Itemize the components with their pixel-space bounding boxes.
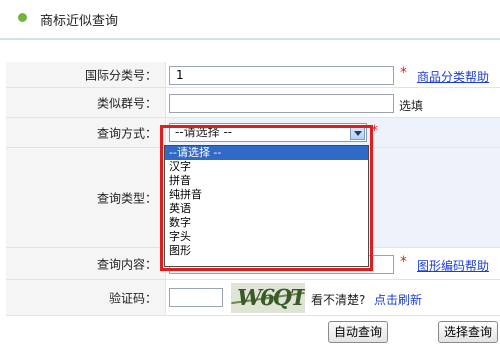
query-type-label: 查询类型： <box>96 191 157 205</box>
captcha-label: 验证码： <box>108 291 157 305</box>
group-no-label: 类似群号： <box>96 96 157 110</box>
optional-note: 选填 <box>399 99 424 113</box>
page-title: 商标近似查询 <box>40 14 119 29</box>
class-help-link[interactable]: 商品分类帮助 <box>417 68 489 85</box>
class-no-input[interactable]: 1 <box>169 66 394 85</box>
select-query-button[interactable]: 选择查询 <box>438 321 498 343</box>
query-content-label: 查询内容： <box>96 257 157 271</box>
captcha-row: 验证码： W6QT 看不清楚? 点击刷新 <box>6 280 500 316</box>
required-star-icon: * <box>400 65 407 81</box>
class-no-label: 国际分类号： <box>84 68 157 82</box>
required-star-icon: * <box>400 254 407 270</box>
page-header: 商标近似查询 <box>0 0 500 40</box>
refresh-captcha-link[interactable]: 点击刷新 <box>374 291 422 308</box>
class-no-row: 国际分类号： 1 * 商品分类帮助 <box>6 62 500 88</box>
green-dot-icon <box>18 13 27 22</box>
graphic-code-help-link[interactable]: 图形编码帮助 <box>417 257 489 274</box>
query-method-label: 查询方式： <box>96 126 157 140</box>
auto-query-button[interactable]: 自动查询 <box>328 321 388 343</box>
captcha-image: W6QT <box>231 283 305 313</box>
group-no-input[interactable] <box>169 94 394 113</box>
captcha-text: W6QT <box>234 285 305 311</box>
group-no-row: 类似群号： 选填 <box>6 88 500 118</box>
highlight-box <box>160 125 373 271</box>
captcha-hint: 看不清楚? <box>311 293 366 307</box>
captcha-input[interactable] <box>169 288 223 307</box>
